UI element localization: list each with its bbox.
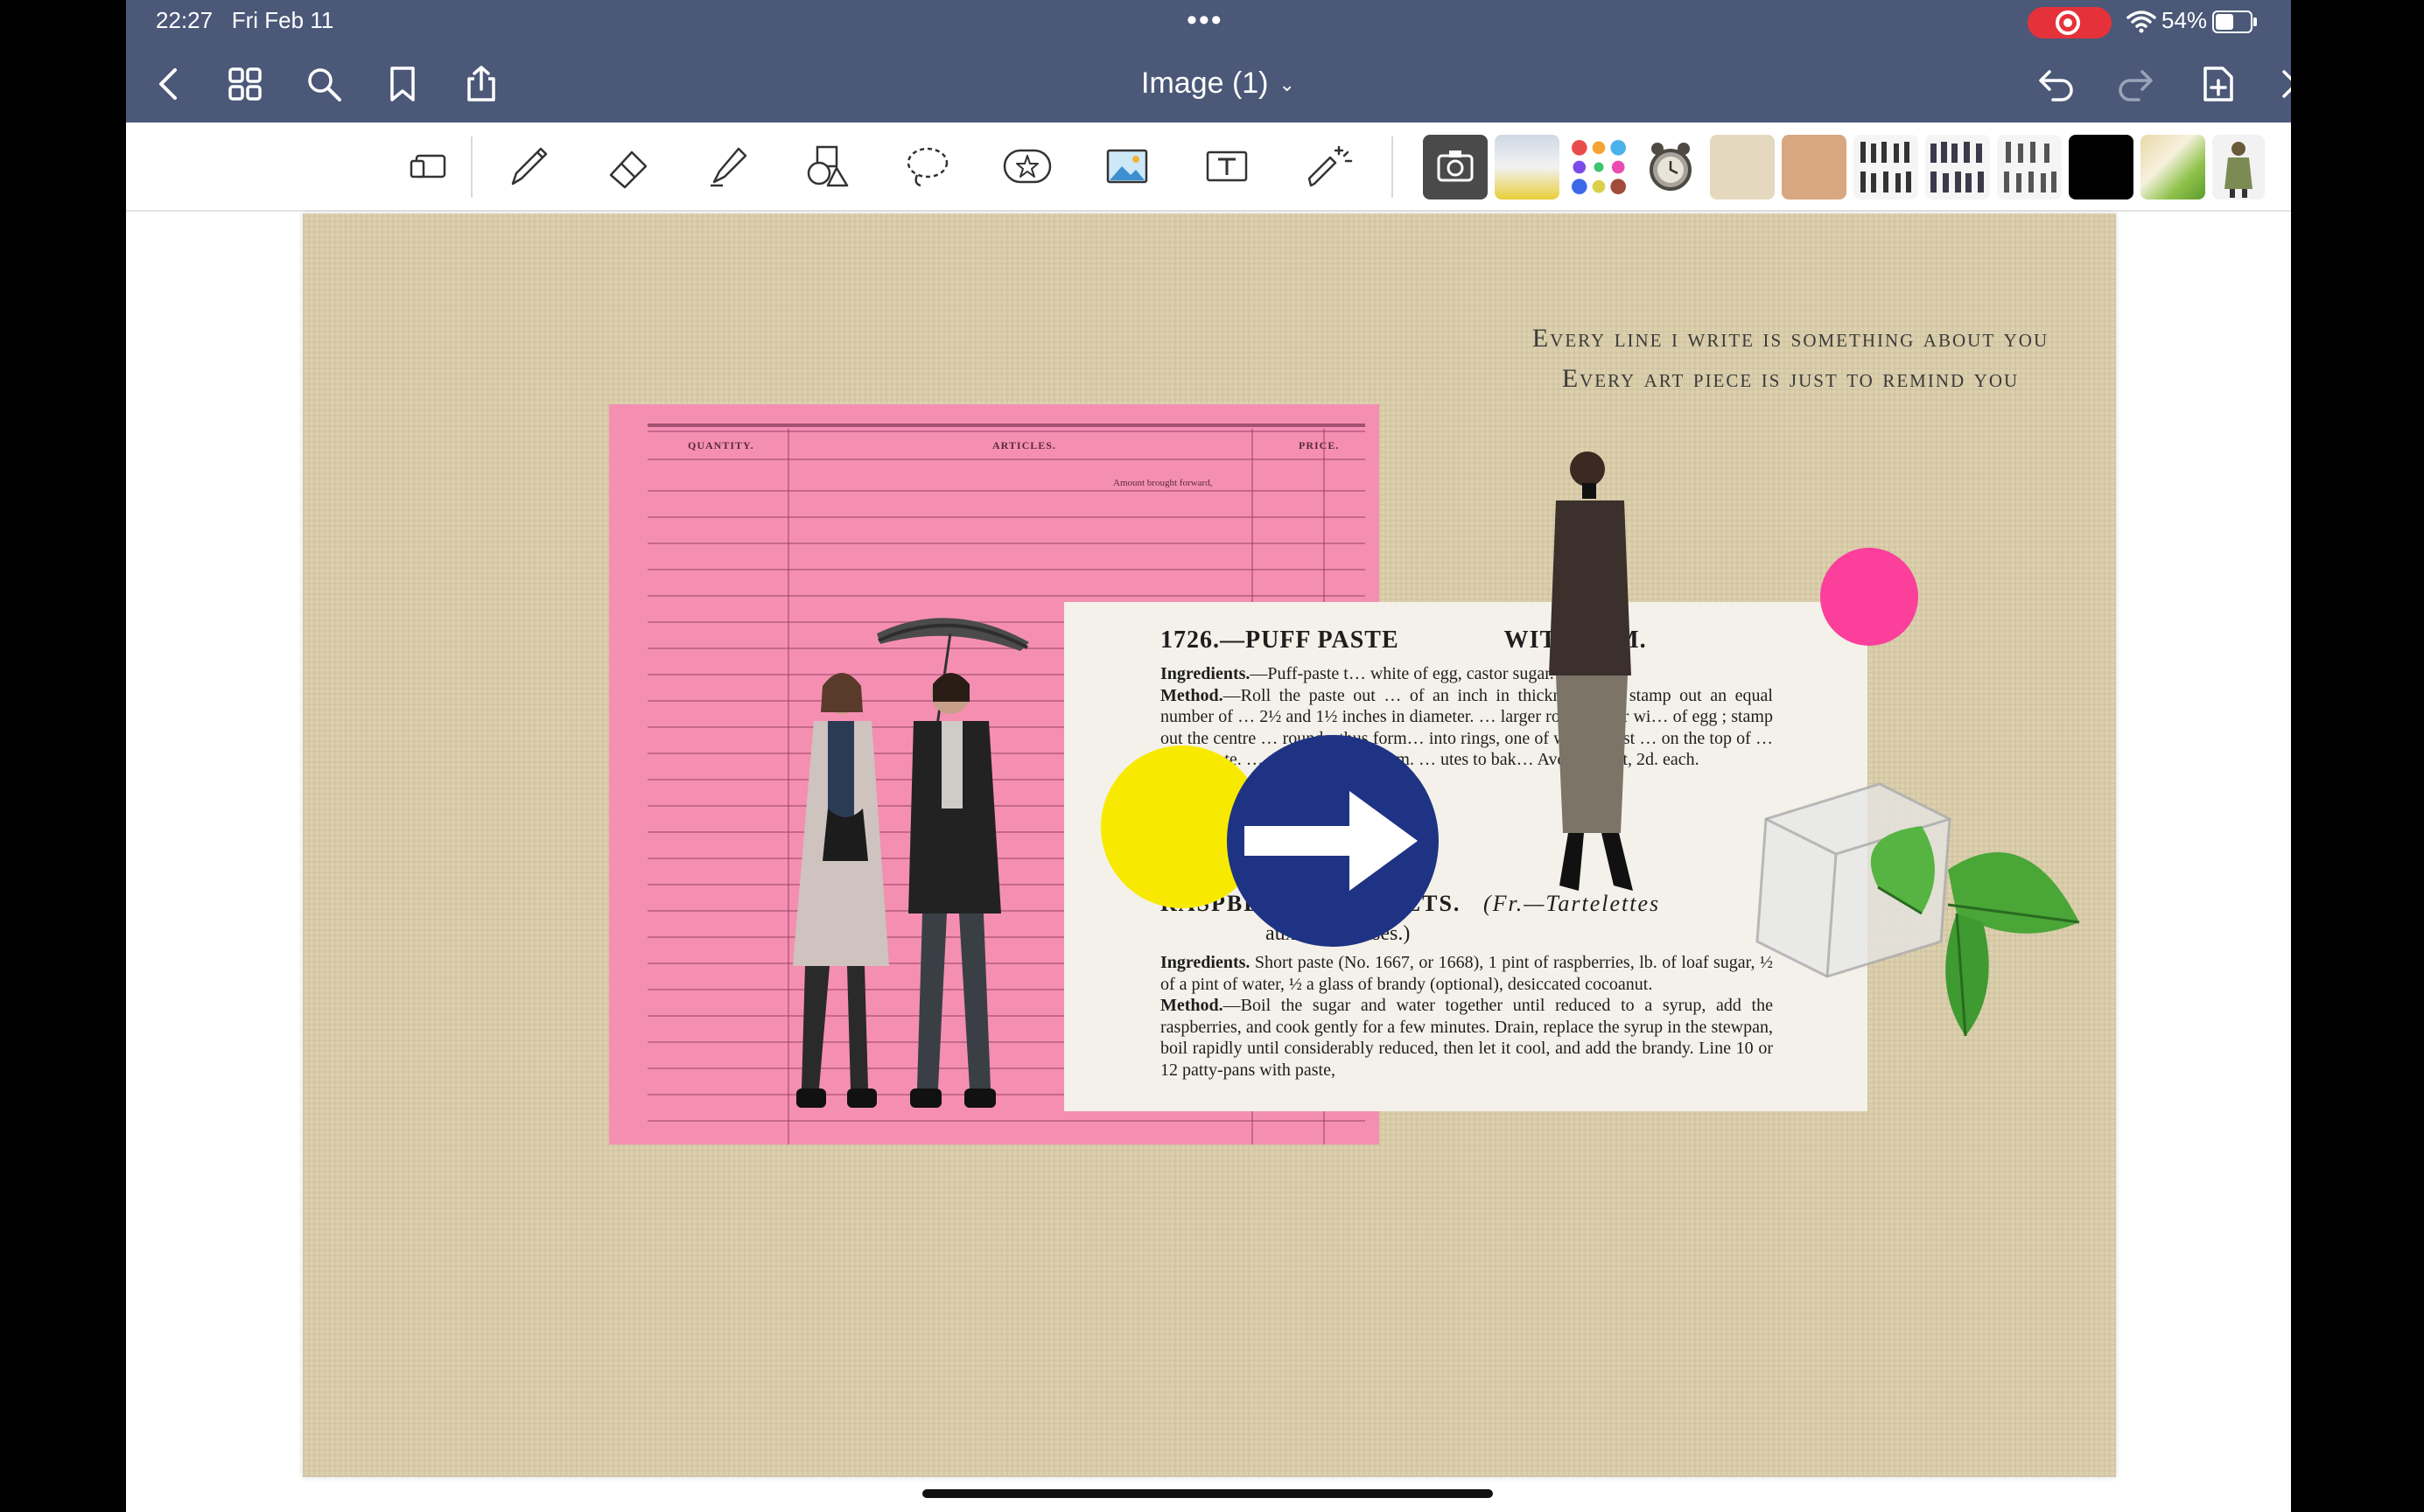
color-dots-sticker-swatch[interactable] [1566, 135, 1631, 200]
ledger-note: Amount brought forward, [1113, 478, 1213, 488]
black-swatch[interactable] [2069, 135, 2133, 200]
grid-view-icon[interactable] [222, 61, 268, 107]
status-time: 22:27 Fri Feb 11 [156, 7, 334, 33]
share-icon[interactable] [459, 61, 504, 107]
fashion-figures-swatch-3[interactable] [1997, 135, 2062, 200]
eraser-tool-icon[interactable] [600, 138, 656, 194]
image-tool-icon[interactable] [1099, 138, 1155, 194]
lasso-tool-icon[interactable] [900, 138, 956, 194]
fashion-figures-swatch-1[interactable] [1853, 135, 1918, 200]
alarm-clock-sticker-swatch[interactable] [1638, 135, 1703, 200]
ledger-rule [648, 516, 1365, 518]
tan-swatch[interactable] [1782, 135, 1846, 200]
navigation-bar: Image (1) ⌄ [126, 44, 2291, 122]
beige-swatch[interactable] [1710, 135, 1775, 200]
undo-icon[interactable] [2034, 61, 2079, 107]
chevron-down-icon: ⌄ [1279, 74, 1295, 96]
clouds-sticker-swatch[interactable] [1495, 135, 1559, 200]
laser-pointer-icon[interactable] [1299, 138, 1355, 194]
ledger-rule [648, 458, 1365, 460]
ledger-rule [648, 490, 1365, 492]
elements-tool-icon[interactable] [999, 138, 1055, 194]
ledger-rule [648, 595, 1365, 597]
tool-bar [126, 122, 2291, 212]
arrow-right-icon [1244, 791, 1418, 891]
back-icon[interactable] [147, 61, 193, 107]
close-pen-icon[interactable] [2273, 61, 2291, 107]
screen-recording-indicator[interactable] [2028, 7, 2112, 38]
green-leaf-sticker[interactable] [1825, 817, 2088, 1045]
add-page-icon[interactable] [2195, 61, 2240, 107]
multitasking-dots-icon[interactable]: ••• [1187, 4, 1223, 38]
document-title[interactable]: Image (1) ⌄ [1141, 66, 1295, 101]
redo-icon[interactable] [2112, 61, 2158, 107]
vintage-figure-swatch[interactable] [2212, 135, 2265, 200]
text-tool-icon[interactable] [1199, 138, 1255, 194]
ledger-header-quantity: QUANTITY. [688, 439, 754, 452]
ledger-rule [648, 542, 1365, 544]
ledger-rule [648, 569, 1365, 570]
recipe-body-2: Ingredients. Short paste (No. 1667, or 1… [1160, 953, 1774, 1080]
bookmark-icon[interactable] [380, 61, 425, 107]
select-tool-icon[interactable] [403, 138, 459, 194]
ledger-header-articles: ARTICLES. [992, 439, 1056, 452]
women-with-umbrella-cutout[interactable] [767, 598, 1082, 1141]
quote-text: Every line i write is something about yo… [1531, 324, 2049, 393]
ledger-rule [648, 424, 1365, 427]
highlighter-tool-icon[interactable] [700, 138, 756, 194]
battery-icon [2212, 10, 2257, 33]
toolbar-divider [1391, 136, 1393, 198]
magenta-circle-sticker[interactable] [1820, 548, 1918, 646]
home-indicator[interactable] [922, 1489, 1493, 1498]
camera-sticker-swatch[interactable] [1423, 135, 1488, 200]
ledger-rule [648, 430, 1365, 432]
search-icon[interactable] [301, 61, 347, 107]
collage-sticker-swatch[interactable] [2140, 135, 2205, 200]
collage-page[interactable]: Every line i write is something about yo… [303, 214, 2116, 1477]
ipad-screen: 22:27 Fri Feb 11 ••• 54% Image (1) ⌄ Eve… [126, 0, 2291, 1512]
status-bar: 22:27 Fri Feb 11 ••• 54% [126, 0, 2291, 44]
pen-tool-icon[interactable] [501, 138, 557, 194]
battery-percent: 54% [2161, 7, 2208, 33]
toolbar-divider [471, 136, 473, 198]
shapes-tool-icon[interactable] [800, 138, 856, 194]
fashion-figures-swatch-2[interactable] [1925, 135, 1990, 200]
wifi-icon [2126, 10, 2156, 33]
walking-woman-cutout[interactable] [1510, 448, 1659, 903]
ledger-header-price: PRICE. [1299, 439, 1340, 452]
direction-arrow-sign[interactable] [1227, 735, 1439, 947]
